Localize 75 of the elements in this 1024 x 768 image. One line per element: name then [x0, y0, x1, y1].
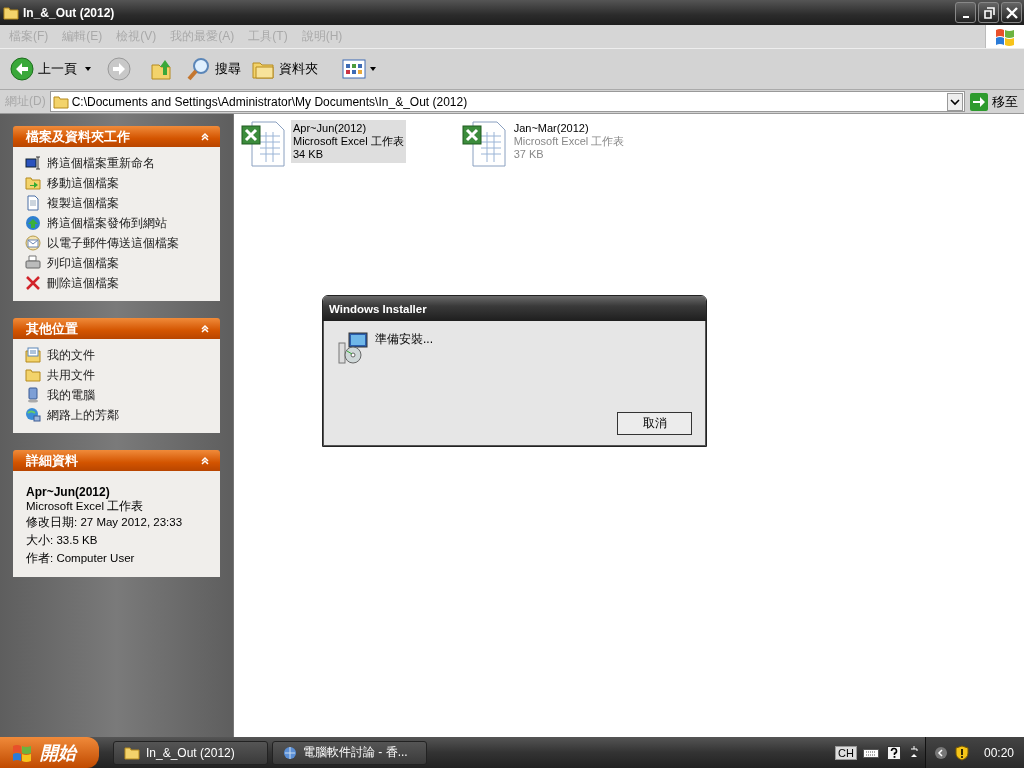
- document-icon: [25, 195, 41, 211]
- panel-header[interactable]: 詳細資料: [13, 450, 220, 471]
- search-button[interactable]: 搜尋: [185, 55, 243, 83]
- detail-text: 修改日期: 27 May 2012, 23:33: [26, 515, 184, 530]
- globe-icon: [25, 215, 41, 231]
- folder-arrow-icon: [25, 175, 41, 191]
- sidebar-link[interactable]: 以電子郵件傳送這個檔案: [47, 234, 179, 252]
- clock: 00:20: [983, 745, 1014, 760]
- dialog-message: 準備安裝...: [375, 331, 433, 348]
- folder-icon: [3, 4, 19, 21]
- minimize-icon: [962, 15, 969, 18]
- taskbar-button[interactable]: 電腦軟件討論 - 香...: [272, 740, 427, 765]
- sidebar-link[interactable]: 列印這個檔案: [47, 254, 119, 272]
- language-bar-icon[interactable]: [908, 745, 919, 760]
- detail-text: 作者: Computer User: [26, 551, 136, 566]
- collapse-chevron-icon[interactable]: [200, 131, 210, 142]
- computer-icon: [25, 387, 41, 403]
- sidebar-link[interactable]: 複製這個檔案: [47, 194, 119, 212]
- sidebar-link[interactable]: 將這個檔案發佈到網站: [47, 214, 167, 232]
- delete-icon: [25, 275, 41, 291]
- keyboard-icon[interactable]: [862, 746, 879, 759]
- taskbar-button[interactable]: In_&_Out (2012): [113, 740, 268, 765]
- printer-icon: [25, 255, 41, 271]
- view-grid-icon: [342, 57, 366, 81]
- close-icon: [1005, 6, 1018, 19]
- minimize-button[interactable]: [955, 2, 976, 23]
- file-type: Microsoft Excel 工作表: [513, 135, 625, 148]
- folders-button[interactable]: 資料夾: [249, 55, 320, 83]
- folder-icon: [124, 744, 140, 761]
- security-shield-icon[interactable]: [954, 744, 969, 761]
- restore-icon: [982, 6, 995, 19]
- detail-text: Microsoft Excel 工作表: [26, 499, 145, 513]
- collapse-chevron-icon[interactable]: [200, 455, 210, 466]
- collapse-chevron-icon[interactable]: [200, 323, 210, 334]
- sidebar-link[interactable]: 共用文件: [47, 366, 95, 384]
- language-indicator[interactable]: CH: [835, 745, 857, 760]
- start-button[interactable]: 開始: [0, 737, 99, 768]
- file-size: 34 KB: [293, 148, 324, 161]
- folder-icon: [52, 93, 69, 110]
- panel-header[interactable]: 其他位置: [13, 318, 220, 339]
- sidebar-link[interactable]: 移動這個檔案: [47, 174, 119, 192]
- sidebar-link[interactable]: 將這個檔案重新命名: [47, 154, 155, 172]
- back-button[interactable]: 上一頁: [8, 55, 79, 83]
- help-icon[interactable]: [886, 745, 901, 760]
- file-name: Jan~Mar(2012): [513, 122, 590, 135]
- spreadsheet-file-icon: [240, 120, 288, 168]
- dropdown-caret-icon[interactable]: [85, 67, 91, 71]
- file-item[interactable]: Jan~Mar(2012) Microsoft Excel 工作表 37 KB: [460, 120, 627, 168]
- sidebar-link[interactable]: 我的文件: [47, 346, 95, 364]
- detail-text: 大小: 33.5 KB: [26, 533, 99, 548]
- panel-header[interactable]: 檔案及資料夾工作: [13, 126, 220, 147]
- go-button[interactable]: 移至: [969, 91, 1024, 112]
- file-name: Apr~Jun(2012): [293, 122, 368, 135]
- spreadsheet-file-icon: [460, 120, 509, 168]
- show-hidden-icons-icon[interactable]: [933, 745, 948, 760]
- sidebar-link[interactable]: 我的電腦: [47, 386, 95, 404]
- documents-folder-icon: [25, 347, 41, 363]
- file-size: 37 KB: [513, 148, 545, 161]
- cancel-button[interactable]: 取消: [617, 412, 692, 435]
- restore-button[interactable]: [978, 2, 999, 23]
- address-field[interactable]: C:\Documents and Settings\Administrator\My Documents\In_&_Out (2012): [49, 91, 965, 112]
- envelope-icon: [25, 235, 41, 251]
- globe-icon: [283, 745, 297, 760]
- rename-icon: [25, 155, 41, 171]
- folder-icon: [25, 367, 41, 383]
- file-name: Apr~Jun(2012): [26, 485, 111, 499]
- sidebar-link[interactable]: 刪除這個檔案: [47, 274, 119, 292]
- window-title: In_&_Out (2012): [23, 5, 115, 20]
- search-icon: [187, 57, 211, 81]
- file-type: Microsoft Excel 工作表: [293, 135, 404, 148]
- caret-icon: [370, 67, 376, 71]
- network-icon: [25, 407, 41, 423]
- close-button[interactable]: [1001, 2, 1022, 23]
- dialog-title: Windows Installer: [323, 296, 706, 321]
- sidebar-link[interactable]: 網路上的芳鄰: [47, 406, 119, 424]
